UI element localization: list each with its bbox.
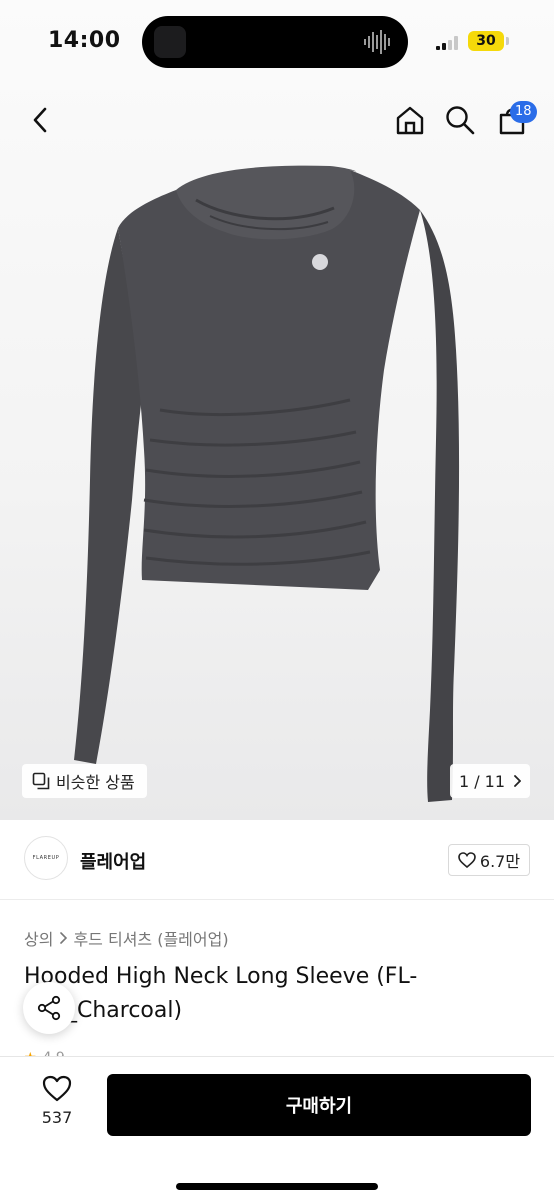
share-icon xyxy=(37,995,61,1021)
breadcrumb-subcategory[interactable]: 후드 티셔츠 (플레어업) xyxy=(73,926,228,950)
nav-bar xyxy=(0,90,554,154)
image-page-counter[interactable]: 1 / 11 xyxy=(450,764,530,798)
home-icon xyxy=(396,106,424,135)
similar-products-label: 비슷한 상품 xyxy=(56,773,135,792)
heart-icon xyxy=(42,1075,72,1102)
cart-count-badge: 18 xyxy=(510,101,537,123)
seller-like-count: 6.7만 xyxy=(479,852,521,871)
back-button[interactable] xyxy=(20,100,60,140)
chevron-right-icon xyxy=(514,775,522,787)
dynamic-island xyxy=(142,16,408,68)
battery-icon: 30 xyxy=(468,31,504,51)
breadcrumb: 상의 후드 티셔츠 (플레어업) xyxy=(24,926,229,950)
wishlist-count: 537 xyxy=(41,1108,73,1127)
search-icon xyxy=(446,106,475,135)
signal-icon xyxy=(436,36,458,50)
page-counter-text: 1 / 11 xyxy=(458,771,506,791)
product-title: Hooded High Neck Long Sleeve (FL-145_Cha… xyxy=(24,964,418,1023)
buy-button[interactable]: 구매하기 xyxy=(107,1074,531,1136)
home-button[interactable] xyxy=(390,100,430,140)
battery-tip xyxy=(506,37,509,45)
similar-products-button[interactable]: 비슷한 상품 xyxy=(22,764,147,798)
wishlist-button[interactable]: 537 xyxy=(26,1075,88,1139)
heart-icon xyxy=(458,852,476,868)
search-button[interactable] xyxy=(440,100,480,140)
back-icon xyxy=(33,107,47,133)
breadcrumb-category[interactable]: 상의 xyxy=(24,926,53,950)
audio-wave-icon xyxy=(364,30,390,54)
bottom-action-bar: 537 구매하기 xyxy=(0,1056,554,1200)
garment-image xyxy=(74,165,460,802)
status-time: 14:00 xyxy=(48,28,121,53)
home-indicator[interactable] xyxy=(176,1183,378,1190)
status-bar: 14:00 30 xyxy=(0,0,554,86)
seller-logo[interactable]: FLAREUP xyxy=(24,836,68,880)
camera-icon xyxy=(154,26,186,58)
seller-like-button[interactable]: 6.7만 xyxy=(448,844,530,876)
seller-name[interactable]: 플레어업 xyxy=(80,848,146,874)
chevron-right-icon xyxy=(60,932,68,944)
similar-icon xyxy=(32,772,50,790)
share-button[interactable] xyxy=(23,982,75,1034)
seller-row[interactable]: FLAREUP 플레어업 6.7만 xyxy=(0,820,554,900)
